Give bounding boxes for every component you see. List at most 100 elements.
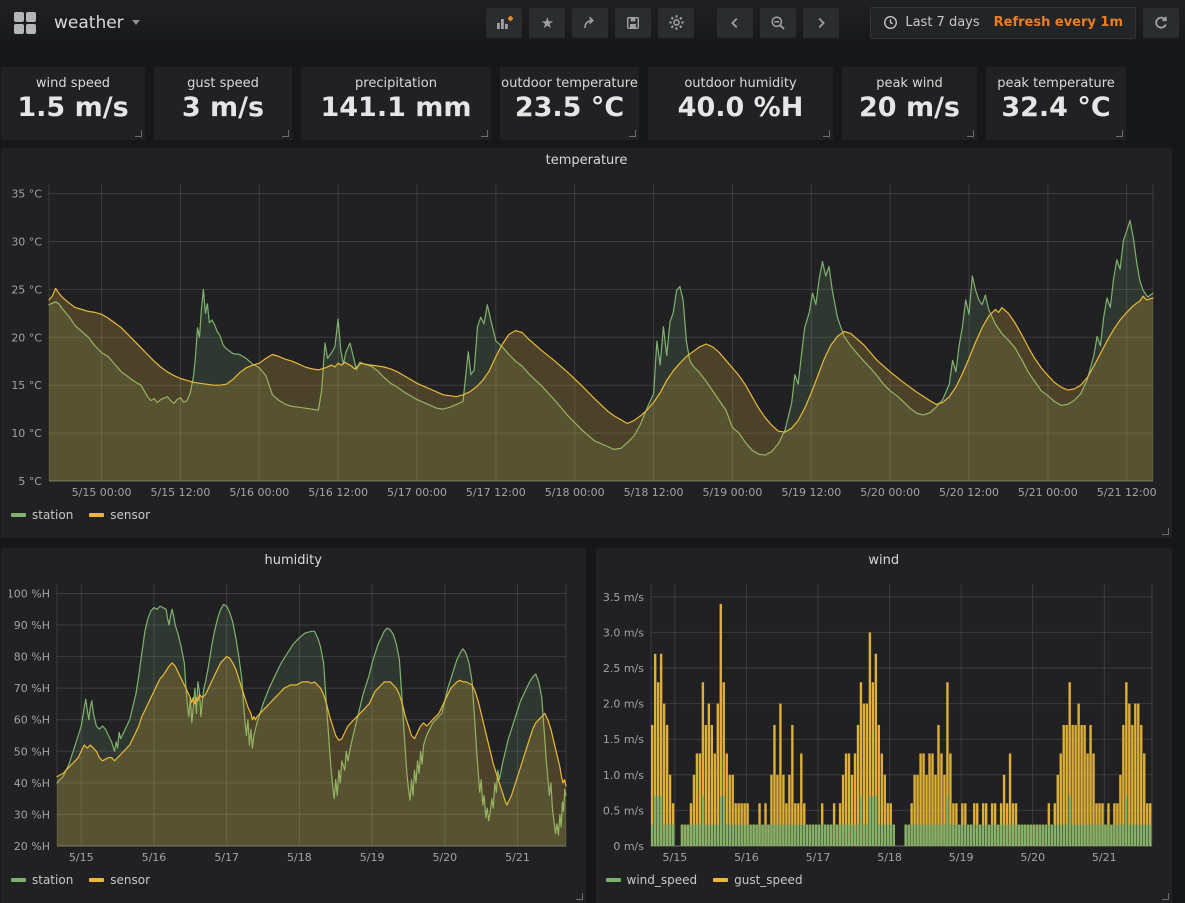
legend-swatch [606,878,621,882]
chevron-down-icon[interactable] [132,20,140,25]
save-icon [625,15,641,31]
refresh-interval-label[interactable]: Refresh every 1m [994,15,1123,30]
resize-handle[interactable] [823,130,830,137]
legend-item-wind-speed[interactable]: wind_speed [606,873,698,887]
svg-text:30 %H: 30 %H [14,808,50,821]
svg-text:1.5 m/s: 1.5 m/s [603,733,644,746]
time-shift-back-button[interactable] [717,8,753,38]
stat-value: 3 m/s [154,92,292,123]
gear-icon [668,14,685,31]
star-dashboard-button[interactable]: ★ [529,8,565,38]
svg-text:5/15: 5/15 [69,851,94,864]
legend-item-station[interactable]: station [11,873,73,887]
save-dashboard-button[interactable] [615,8,651,38]
resize-handle[interactable] [629,130,636,137]
stat-panel-outdoor-temperature: outdoor temperature 23.5 °C [500,67,639,140]
svg-text:5/21: 5/21 [505,851,530,864]
svg-text:5/20: 5/20 [432,851,457,864]
panel-title[interactable]: humidity [1,553,586,576]
legend-swatch [713,878,728,882]
resize-handle[interactable] [1116,130,1123,137]
svg-text:5/19 12:00: 5/19 12:00 [781,486,841,499]
temperature-chart-plot[interactable]: 5/15 00:005/15 12:005/16 00:005/16 12:00… [9,176,1165,501]
resize-handle[interactable] [1162,893,1169,900]
wind-chart-plot[interactable]: 5/155/165/175/185/195/205/213.5 m/s3.0 m… [603,576,1164,866]
svg-text:5/20 00:00: 5/20 00:00 [860,486,920,499]
stat-value: 40.0 %H [648,92,833,123]
svg-text:80 %H: 80 %H [14,651,50,664]
stat-title[interactable]: precipitation [301,67,491,91]
resize-handle[interactable] [135,130,142,137]
svg-text:70 %H: 70 %H [14,682,50,695]
svg-text:3.5 m/s: 3.5 m/s [603,591,644,604]
svg-text:5/15 12:00: 5/15 12:00 [150,486,210,499]
legend-item-gust-speed[interactable]: gust_speed [713,873,802,887]
stat-panel-peak-wind: peak wind 20 m/s [842,67,977,140]
svg-text:40 %H: 40 %H [14,777,50,790]
svg-text:5/20 12:00: 5/20 12:00 [939,486,999,499]
legend-label: sensor [110,873,150,887]
legend-item-sensor[interactable]: sensor [89,873,150,887]
svg-text:10 °C: 10 °C [11,427,42,440]
svg-text:5/17: 5/17 [214,851,239,864]
star-icon: ★ [541,14,554,32]
add-panel-button[interactable] [486,8,522,38]
legend-item-sensor[interactable]: sensor [89,508,150,522]
resize-handle[interactable] [282,130,289,137]
svg-text:1.0 m/s: 1.0 m/s [603,769,644,782]
humidity-chart-plot[interactable]: 5/155/165/175/185/195/205/21100 %H90 %H8… [9,576,578,866]
svg-text:5/19: 5/19 [359,851,384,864]
zoom-out-icon [770,15,786,31]
chevron-left-icon [728,16,742,30]
svg-text:5/17: 5/17 [806,851,831,864]
stat-value: 141.1 mm [301,92,491,123]
stat-title[interactable]: wind speed [1,67,145,91]
stat-title[interactable]: outdoor humidity [648,67,833,91]
stat-value: 20 m/s [842,92,977,123]
time-range-picker[interactable]: Last 7 days Refresh every 1m [870,7,1136,39]
temperature-graph-panel: temperature 5/15 00:005/15 12:005/16 00:… [1,148,1172,538]
svg-text:5/20: 5/20 [1021,851,1046,864]
svg-text:5/18 00:00: 5/18 00:00 [544,486,604,499]
legend-swatch [11,878,26,882]
svg-text:50 %H: 50 %H [14,745,50,758]
chevron-right-icon [814,16,828,30]
resize-handle[interactable] [967,130,974,137]
dashboard-title[interactable]: weather [54,13,124,33]
legend-label: station [32,508,73,522]
svg-text:2.0 m/s: 2.0 m/s [603,698,644,711]
svg-text:5/15: 5/15 [663,851,688,864]
svg-text:35 °C: 35 °C [11,188,42,201]
svg-text:5/18 12:00: 5/18 12:00 [623,486,683,499]
resize-handle[interactable] [1162,528,1169,535]
svg-text:5 °C: 5 °C [18,475,42,488]
resize-handle[interactable] [481,130,488,137]
svg-text:30 °C: 30 °C [11,235,42,248]
svg-text:5/15 00:00: 5/15 00:00 [71,486,131,499]
legend-item-station[interactable]: station [11,508,73,522]
panel-title[interactable]: temperature [1,153,1172,176]
svg-text:20 °C: 20 °C [11,331,42,344]
refresh-dashboard-button[interactable] [1143,8,1179,38]
legend-swatch [89,878,104,882]
time-shift-forward-button[interactable] [803,8,839,38]
stat-title[interactable]: peak wind [842,67,977,91]
dashboard-settings-button[interactable] [658,8,694,38]
stat-value: 32.4 °C [986,92,1126,123]
resize-handle[interactable] [576,893,583,900]
dashboards-grid-icon[interactable] [14,12,36,34]
stat-panel-wind-speed: wind speed 1.5 m/s [1,67,145,140]
stat-title[interactable]: peak temperature [986,67,1126,91]
stat-title[interactable]: outdoor temperature [500,67,639,91]
stat-panel-gust-speed: gust speed 3 m/s [154,67,292,140]
panel-title[interactable]: wind [596,553,1173,576]
stat-title[interactable]: gust speed [154,67,292,91]
svg-text:5/17 00:00: 5/17 00:00 [387,486,447,499]
clock-icon [883,15,898,30]
svg-text:5/21 00:00: 5/21 00:00 [1017,486,1077,499]
svg-text:5/16 12:00: 5/16 12:00 [308,486,368,499]
wind-graph-panel: wind 5/155/165/175/185/195/205/213.5 m/s… [596,548,1173,903]
svg-text:60 %H: 60 %H [14,714,50,727]
zoom-out-button[interactable] [760,8,796,38]
share-dashboard-button[interactable] [572,8,608,38]
